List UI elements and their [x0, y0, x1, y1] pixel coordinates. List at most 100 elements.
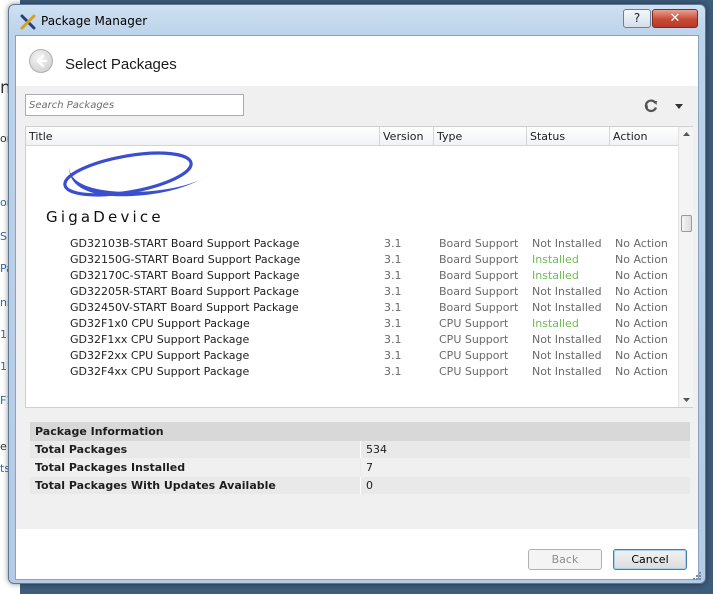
scroll-up-arrow-icon[interactable]	[679, 127, 694, 142]
info-label: Total Packages With Updates Available	[35, 479, 276, 492]
package-status: Not Installed	[532, 333, 602, 346]
dialog-client-area: Select Packages Title Version Type Statu…	[15, 35, 699, 580]
table-row[interactable]: GD32F1xx CPU Support Package 3.1 CPU Suppo…	[26, 332, 678, 348]
package-version: 3.1	[384, 285, 402, 298]
package-action[interactable]: No Action	[615, 348, 668, 364]
package-title: GD32F4xx CPU Support Package	[70, 365, 250, 378]
package-manager-window: Package Manager ? ✕ Select Packages Sear…	[8, 4, 706, 584]
package-version: 3.1	[384, 317, 402, 330]
package-action[interactable]: No Action	[615, 364, 668, 380]
vertical-scrollbar[interactable]	[678, 127, 693, 407]
package-version: 3.1	[384, 269, 402, 282]
table-row[interactable]: GD32150G-START Board Support Package 3.1 B…	[26, 252, 678, 268]
package-information-heading: Package Information	[30, 422, 690, 441]
package-status: Not Installed	[532, 285, 602, 298]
info-row-total-packages: Total Packages 534	[30, 441, 690, 458]
back-arrow-button[interactable]	[29, 49, 53, 73]
package-status: Not Installed	[532, 237, 602, 250]
package-action[interactable]: No Action	[615, 236, 668, 252]
info-label: Total Packages Installed	[35, 461, 186, 474]
package-status: Not Installed	[532, 365, 602, 378]
package-status: Not Installed	[532, 349, 602, 362]
window-title: Package Manager	[41, 14, 148, 28]
resize-grip-icon[interactable]	[692, 571, 702, 581]
column-status[interactable]: Status	[527, 127, 610, 146]
package-title: GD32F1xx CPU Support Package	[70, 333, 250, 346]
info-label: Total Packages	[35, 443, 128, 456]
package-action[interactable]: No Action	[615, 316, 668, 332]
package-action[interactable]: No Action	[615, 268, 668, 284]
cancel-button[interactable]: Cancel	[613, 549, 687, 570]
table-row[interactable]: GD32F2xx CPU Support Package 3.1 CPU Suppo…	[26, 348, 678, 364]
column-version[interactable]: Version	[380, 127, 434, 146]
package-version: 3.1	[384, 301, 402, 314]
back-button[interactable]: Back	[528, 549, 602, 570]
package-action[interactable]: No Action	[615, 284, 668, 300]
table-column-header: Title Version Type Status Action	[26, 127, 678, 146]
column-divider	[360, 441, 361, 458]
package-title: GD32F1x0 CPU Support Package	[70, 317, 250, 330]
table-row[interactable]: GD32205R-START Board Support Package 3.1 B…	[26, 284, 678, 300]
search-packages-input[interactable]	[25, 94, 244, 116]
gigadevice-logo: GigaDevice	[46, 151, 206, 226]
package-version: 3.1	[384, 365, 402, 378]
arrow-left-icon	[36, 54, 48, 68]
package-type: CPU Support	[439, 365, 509, 378]
package-action[interactable]: No Action	[615, 252, 668, 268]
package-status: Installed	[532, 253, 579, 266]
column-type[interactable]: Type	[434, 127, 527, 146]
package-type: Board Support	[439, 253, 519, 266]
table-row[interactable]: GD32F4xx CPU Support Package 3.1 CPU Suppo…	[26, 364, 678, 380]
scrollbar-thumb[interactable]	[681, 215, 692, 232]
package-version: 3.1	[384, 349, 402, 362]
package-action[interactable]: No Action	[615, 300, 668, 316]
column-divider	[360, 459, 361, 476]
table-body: GigaDevice GD32103B-START Board Support …	[26, 146, 678, 407]
package-type: Board Support	[439, 301, 519, 314]
close-window-button[interactable]: ✕	[652, 9, 698, 28]
package-type: Board Support	[439, 269, 519, 282]
package-title: GD32205R-START Board Support Package	[70, 285, 299, 298]
table-row[interactable]: GD32450V-START Board Support Package 3.1 B…	[26, 300, 678, 316]
package-status: Installed	[532, 317, 579, 330]
scroll-down-arrow-icon[interactable]	[679, 392, 694, 407]
packages-table: Title Version Type Status Action GigaDev…	[25, 126, 693, 408]
table-row[interactable]: GD32103B-START Board Support Package 3.1 B…	[26, 236, 678, 252]
package-version: 3.1	[384, 237, 402, 250]
column-title[interactable]: Title	[26, 127, 380, 146]
info-row-total-installed: Total Packages Installed 7	[30, 459, 690, 476]
package-title: GD32450V-START Board Support Package	[70, 301, 299, 314]
package-action[interactable]: No Action	[615, 332, 668, 348]
help-button[interactable]: ?	[623, 9, 651, 28]
wizard-header: Select Packages	[16, 36, 698, 86]
package-title: GD32103B-START Board Support Package	[70, 237, 300, 250]
package-type: Board Support	[439, 237, 519, 250]
package-type: CPU Support	[439, 349, 509, 362]
table-row[interactable]: GD32170C-START Board Support Package 3.1 B…	[26, 268, 678, 284]
package-type: Board Support	[439, 285, 519, 298]
column-divider	[360, 477, 361, 494]
package-version: 3.1	[384, 333, 402, 346]
package-status: Installed	[532, 269, 579, 282]
logo-text: GigaDevice	[46, 208, 164, 226]
package-information-panel: Package Information Total Packages 534 T…	[30, 422, 690, 504]
package-status: Not Installed	[532, 301, 602, 314]
package-type: CPU Support	[439, 317, 509, 330]
package-version: 3.1	[384, 253, 402, 266]
column-action[interactable]: Action	[610, 127, 678, 146]
title-bar[interactable]: Package Manager ? ✕	[9, 5, 705, 35]
package-title: GD32150G-START Board Support Package	[70, 253, 301, 266]
content-area: Title Version Type Status Action GigaDev…	[16, 86, 698, 529]
table-row[interactable]: GD32F1x0 CPU Support Package 3.1 CPU Suppo…	[26, 316, 678, 332]
info-value: 7	[366, 461, 373, 474]
page-title: Select Packages	[65, 56, 177, 73]
refresh-icon[interactable]	[643, 98, 659, 114]
package-title: GD32170C-START Board Support Package	[70, 269, 300, 282]
info-value: 0	[366, 479, 373, 492]
info-row-updates-available: Total Packages With Updates Available 0	[30, 477, 690, 494]
app-x-icon	[20, 14, 36, 30]
options-dropdown-icon[interactable]	[673, 100, 685, 112]
package-type: CPU Support	[439, 333, 509, 346]
wizard-footer: Back Cancel	[16, 529, 698, 579]
package-title: GD32F2xx CPU Support Package	[70, 349, 250, 362]
